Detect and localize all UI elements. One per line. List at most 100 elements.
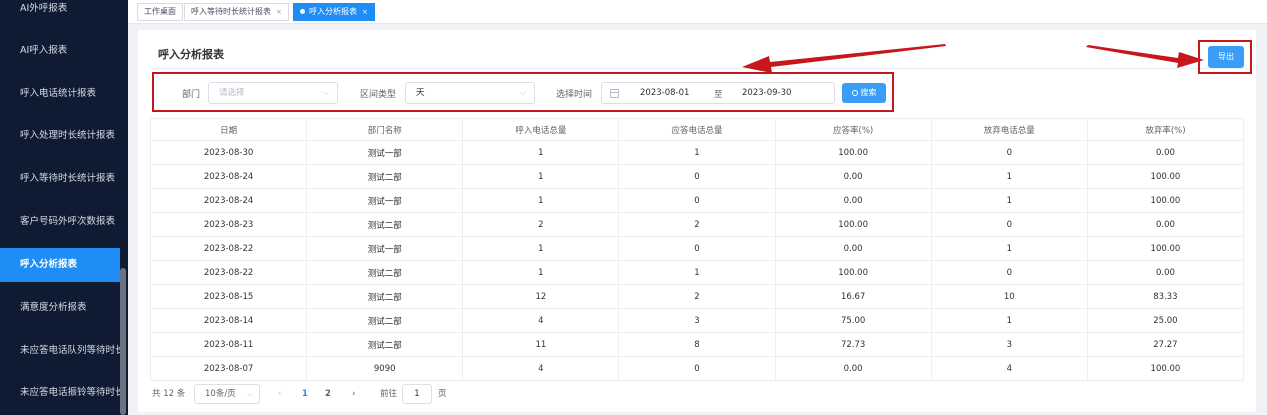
- table-cell: 0: [618, 356, 776, 381]
- sidebar: AI外呼报表 AI呼入报表 呼入电话统计报表 呼入处理时长统计报表 呼入等待时长…: [0, 0, 128, 415]
- divider: [150, 68, 1248, 69]
- sidebar-item-ai-outbound-report[interactable]: AI外呼报表: [0, 0, 120, 26]
- table-cell: 0.00: [1086, 140, 1245, 165]
- chevron-down-icon: ⌵: [519, 88, 526, 97]
- table-row: 2023-08-14 测试二部 4 3 75.00 1 25.00: [149, 308, 1245, 333]
- table-cell: 2023-08-30: [149, 140, 308, 165]
- tab-workbench[interactable]: 工作桌面: [137, 3, 183, 21]
- column-header: 应答电话总量: [618, 118, 776, 141]
- range-type-select[interactable]: 天 ⌵: [405, 82, 535, 104]
- next-page-button[interactable]: ›: [352, 384, 355, 404]
- table-cell: 25.00: [1086, 308, 1245, 333]
- table-cell: 8: [618, 332, 776, 357]
- goto-page-input[interactable]: 1: [402, 384, 432, 404]
- table-cell: 100.00: [1086, 188, 1245, 213]
- sidebar-scrollbar[interactable]: [120, 268, 126, 415]
- report-card: 呼入分析报表 导出 部门 请选择 ⌵ 区间类型 天 ⌵ 选择时间 2023-08…: [138, 30, 1256, 412]
- table-row: 2023-08-30 测试一部 1 1 100.00 0 0.00: [149, 140, 1245, 165]
- column-header: 放弃率(%): [1086, 118, 1245, 141]
- table-cell: 1: [930, 236, 1088, 261]
- table-cell: 2023-08-15: [149, 284, 308, 309]
- table-cell: 10: [930, 284, 1088, 309]
- sidebar-item-outbound-count[interactable]: 客户号码外呼次数报表: [0, 205, 120, 239]
- sidebar-item-inbound-call-stats[interactable]: 呼入电话统计报表: [0, 77, 120, 111]
- date-range-picker[interactable]: 2023-08-01 至 2023-09-30: [601, 82, 835, 104]
- table-cell: 0.00: [1086, 212, 1245, 237]
- sidebar-item-inbound-wait-time[interactable]: 呼入等待时长统计报表: [0, 162, 120, 196]
- table-cell: 0: [930, 260, 1088, 285]
- table-cell: 4: [462, 356, 620, 381]
- tab-label: 呼入等待时长统计报表: [191, 7, 271, 16]
- table-cell: 75.00: [774, 308, 932, 333]
- tab-inbound-analysis[interactable]: 呼入分析报表 ×: [293, 3, 375, 21]
- table-cell: 2023-08-23: [149, 212, 308, 237]
- table-row: 2023-08-15 测试二部 12 2 16.67 10 83.33: [149, 284, 1245, 309]
- sidebar-item-unanswered-queue[interactable]: 未应答电话队列等待时长: [0, 334, 120, 368]
- table-cell: 100.00: [774, 212, 932, 237]
- close-icon[interactable]: ×: [362, 8, 368, 16]
- date-separator: 至: [714, 90, 723, 100]
- page-2-button[interactable]: 2: [321, 384, 335, 404]
- export-highlight-box: [1198, 40, 1252, 74]
- active-dot-icon: [300, 9, 305, 14]
- tab-inbound-wait-time[interactable]: 呼入等待时长统计报表 ×: [184, 3, 289, 21]
- table-row: 2023-08-24 测试一部 1 0 0.00 1 100.00: [149, 188, 1245, 213]
- table-cell: 测试二部: [306, 308, 464, 333]
- table-cell: 测试一部: [306, 236, 464, 261]
- sidebar-item-ai-inbound-report[interactable]: AI呼入报表: [0, 34, 120, 68]
- table-cell: 测试一部: [306, 188, 464, 213]
- table-cell: 0: [618, 164, 776, 189]
- table-row: 2023-08-07 9090 4 0 0.00 4 100.00: [149, 356, 1245, 381]
- page-1-button[interactable]: 1: [298, 384, 312, 404]
- table-cell: 测试二部: [306, 164, 464, 189]
- range-type-value: 天: [416, 88, 425, 98]
- close-icon[interactable]: ×: [276, 8, 282, 16]
- table-row: 2023-08-23 测试二部 2 2 100.00 0 0.00: [149, 212, 1245, 237]
- sidebar-item-satisfaction[interactable]: 满意度分析报表: [0, 291, 120, 325]
- table-cell: 测试二部: [306, 212, 464, 237]
- table-cell: 2023-08-22: [149, 260, 308, 285]
- page-size-select[interactable]: 10条/页 ⌵: [194, 384, 260, 404]
- date-end[interactable]: 2023-09-30: [742, 88, 791, 98]
- sidebar-item-unanswered-ring[interactable]: 未应答电话振铃等待时长: [0, 376, 120, 410]
- table-cell: 测试二部: [306, 332, 464, 357]
- sidebar-item-inbound-handle-time[interactable]: 呼入处理时长统计报表: [0, 119, 120, 153]
- table-cell: 100.00: [774, 140, 932, 165]
- report-table: 日期 部门名称 呼入电话总量 应答电话总量 应答率(%) 放弃电话总量 放弃率(%) 202…: [149, 118, 1245, 381]
- table-cell: 0.00: [774, 236, 932, 261]
- prev-page-button[interactable]: ‹: [278, 384, 281, 404]
- table-cell: 2023-08-24: [149, 164, 308, 189]
- table-cell: 1: [462, 260, 620, 285]
- table-row: 2023-08-22 测试二部 1 1 100.00 0 0.00: [149, 260, 1245, 285]
- table-cell: 0: [618, 236, 776, 261]
- table-cell: 1: [930, 164, 1088, 189]
- table-cell: 2023-08-11: [149, 332, 308, 357]
- table-cell: 72.73: [774, 332, 932, 357]
- table-cell: 0.00: [774, 356, 932, 381]
- dept-label: 部门: [182, 90, 201, 100]
- table-cell: 100.00: [1086, 356, 1245, 381]
- table-cell: 100.00: [1086, 164, 1245, 189]
- table-cell: 测试二部: [306, 260, 464, 285]
- table-cell: 0.00: [1086, 260, 1245, 285]
- table-cell: 1: [462, 164, 620, 189]
- table-row: 2023-08-22 测试一部 1 0 0.00 1 100.00: [149, 236, 1245, 261]
- total-count: 共 12 条: [152, 389, 186, 399]
- table-cell: 1: [618, 260, 776, 285]
- dept-select[interactable]: 请选择 ⌵: [208, 82, 338, 104]
- table-cell: 1: [462, 236, 620, 261]
- table-cell: 16.67: [774, 284, 932, 309]
- table-cell: 2023-08-22: [149, 236, 308, 261]
- column-header: 应答率(%): [774, 118, 932, 141]
- column-header: 部门名称: [306, 118, 464, 141]
- search-button[interactable]: 搜索: [842, 83, 886, 103]
- table-row: 2023-08-24 测试二部 1 0 0.00 1 100.00: [149, 164, 1245, 189]
- table-cell: 测试一部: [306, 140, 464, 165]
- table-row: 2023-08-11 测试二部 11 8 72.73 3 27.27: [149, 332, 1245, 357]
- search-button-label: 搜索: [860, 88, 877, 97]
- date-start[interactable]: 2023-08-01: [640, 88, 689, 98]
- page-title: 呼入分析报表: [158, 48, 224, 61]
- table-cell: 1: [618, 140, 776, 165]
- table-cell: 1: [930, 188, 1088, 213]
- sidebar-item-inbound-analysis[interactable]: 呼入分析报表: [0, 248, 120, 282]
